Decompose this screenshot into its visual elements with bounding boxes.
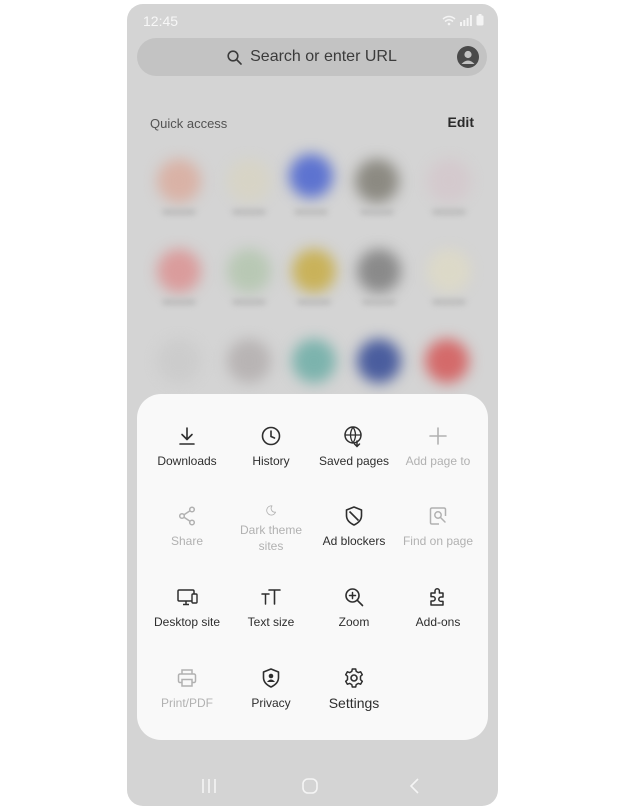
- tile-label: [360, 209, 394, 215]
- tile-label: [162, 209, 196, 215]
- menu-item-dark-theme-sites[interactable]: Dark theme sites: [229, 474, 313, 554]
- status-bar: 12:45: [127, 4, 498, 36]
- status-time: 12:45: [143, 13, 179, 29]
- zoom-icon: [345, 588, 364, 607]
- quick-access-tile[interactable]: [357, 249, 401, 293]
- quick-access-tile[interactable]: [227, 249, 271, 293]
- menu-item-downloads[interactable]: Downloads: [145, 394, 229, 474]
- desktop-icon: [177, 589, 198, 606]
- menu-item-text-size[interactable]: Text size: [229, 555, 313, 635]
- quick-access-tile[interactable]: [227, 159, 271, 203]
- quick-access-tile[interactable]: [289, 154, 333, 198]
- menu-item-privacy[interactable]: Privacy: [229, 636, 313, 716]
- quick-access-tile[interactable]: [292, 249, 336, 293]
- menu-item-label: Add-ons: [415, 615, 461, 629]
- menu-item-label: Add page to: [405, 454, 471, 468]
- quick-access-tile[interactable]: [157, 249, 201, 293]
- tile-label: [162, 299, 196, 305]
- menu-item-settings[interactable]: Settings: [312, 636, 396, 716]
- avatar-icon[interactable]: [457, 46, 479, 68]
- tile-label: [297, 299, 331, 305]
- menu-item-find-on-page[interactable]: Find on page: [396, 474, 480, 554]
- quick-access-tile[interactable]: [227, 339, 271, 383]
- menu-item-label: Zoom: [338, 615, 370, 629]
- history-icon: [261, 426, 281, 446]
- status-icons: [442, 14, 484, 26]
- search-bar[interactable]: Search or enter URL: [137, 38, 487, 76]
- menu-item-ad-blockers[interactable]: Ad blockers: [312, 474, 396, 554]
- ad-blocker-icon: [345, 506, 363, 526]
- menu-item-label: Dark theme sites: [239, 523, 303, 553]
- puzzle-icon: [430, 588, 444, 606]
- menu-item-label: Privacy: [251, 696, 291, 710]
- print-icon: [177, 669, 197, 687]
- menu-item-label: Print/PDF: [160, 696, 213, 710]
- quick-access-tile[interactable]: [425, 339, 469, 383]
- menu-item-label: Find on page: [402, 534, 474, 548]
- menu-item-label: Share: [170, 534, 204, 548]
- battery-icon: [476, 14, 484, 26]
- menu-item-label: History: [252, 454, 290, 468]
- menu-item-label: Desktop site: [153, 615, 221, 629]
- menu-item-label: Settings: [328, 695, 380, 711]
- quick-access-tile[interactable]: [427, 159, 471, 203]
- menu-item-share[interactable]: Share: [145, 474, 229, 554]
- navigation-bar: [127, 764, 498, 804]
- quick-access-tile[interactable]: [427, 249, 471, 293]
- menu-item-label: Text size: [247, 615, 295, 629]
- moon-icon: [266, 505, 277, 516]
- privacy-icon: [262, 668, 280, 688]
- quick-access-tile[interactable]: [355, 159, 399, 203]
- tile-label: [432, 209, 466, 215]
- tile-label: [294, 209, 328, 215]
- menu-item-label: Saved pages: [318, 454, 390, 468]
- plus-icon: [429, 427, 447, 445]
- quick-access-tile[interactable]: [157, 339, 201, 383]
- home-icon[interactable]: [300, 778, 320, 794]
- menu-item-desktop-site[interactable]: Desktop site: [145, 555, 229, 635]
- wifi-icon: [442, 15, 456, 25]
- tile-label: [362, 299, 396, 305]
- edit-button[interactable]: Edit: [448, 114, 474, 130]
- tile-label: [232, 209, 266, 215]
- text-size-icon: [261, 589, 281, 605]
- back-icon[interactable]: [405, 778, 425, 794]
- menu-item-add-page-to[interactable]: Add page to: [396, 394, 480, 474]
- quick-access-tile[interactable]: [292, 339, 336, 383]
- quick-access-label: Quick access: [150, 116, 228, 131]
- menu-item-label: Downloads: [157, 454, 217, 468]
- menu-item-zoom[interactable]: Zoom: [312, 555, 396, 635]
- recent-apps-icon[interactable]: [199, 778, 219, 794]
- menu-item-add-ons[interactable]: Add-ons: [396, 555, 480, 635]
- search-input[interactable]: Search or enter URL: [250, 48, 397, 66]
- download-icon: [179, 427, 195, 445]
- browser-menu-panel: Downloads History Saved pages Add page t…: [137, 394, 488, 740]
- tile-label: [232, 299, 266, 305]
- quick-access-grid: [127, 144, 498, 414]
- signal-icon: [460, 14, 472, 26]
- find-on-page-icon: [429, 507, 447, 525]
- saved-pages-icon: [344, 426, 362, 448]
- menu-item-history[interactable]: History: [229, 394, 313, 474]
- search-icon: [227, 49, 242, 65]
- tile-label: [432, 299, 466, 305]
- quick-access-tile[interactable]: [157, 159, 201, 203]
- menu-item-saved-pages[interactable]: Saved pages: [312, 394, 396, 474]
- quick-access-tile[interactable]: [357, 339, 401, 383]
- menu-item-label: Ad blockers: [322, 534, 386, 548]
- share-icon: [178, 506, 196, 526]
- menu-item-print-pdf[interactable]: Print/PDF: [145, 636, 229, 716]
- gear-icon: [344, 668, 364, 688]
